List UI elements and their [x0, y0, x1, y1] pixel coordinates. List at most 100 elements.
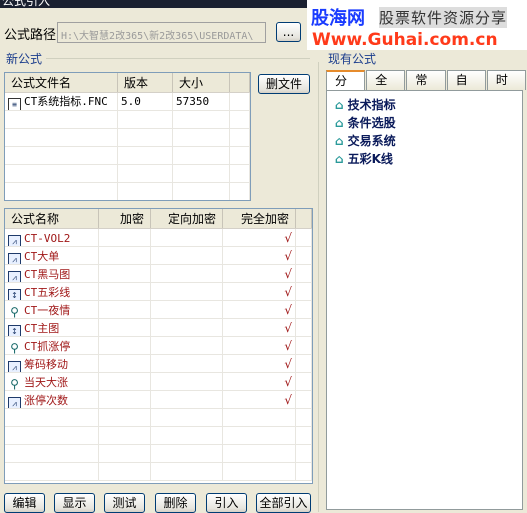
- formula-name: CT抓涨停: [24, 340, 71, 353]
- browse-button[interactable]: ...: [276, 22, 301, 42]
- file-name: CT系统指标.FNC: [24, 95, 108, 108]
- formula-row[interactable]: ⚲ CT抓涨停 √: [5, 337, 312, 355]
- test-button[interactable]: 测试: [104, 493, 145, 513]
- tree-node-color-kline[interactable]: ⌂ 五彩K线: [335, 150, 514, 168]
- empty-row: [5, 111, 250, 129]
- col-encrypt[interactable]: 加密: [99, 209, 151, 228]
- directed-encrypt-cell: [151, 229, 223, 246]
- col-empty: [230, 73, 250, 92]
- formula-name: CT-VOL2: [24, 232, 71, 245]
- empty-row: [5, 427, 312, 445]
- formula-name-cell: ⩘ 筹码移动: [5, 355, 99, 372]
- house-icon: ⌂: [335, 98, 344, 112]
- tab-custom[interactable]: 自编: [446, 70, 486, 106]
- formula-name-cell: ⚲ 当天大涨: [5, 373, 99, 390]
- col-version[interactable]: 版本: [118, 73, 173, 92]
- existing-formula-group-label: 现有公式: [326, 50, 379, 67]
- binoculars-icon: ⚲: [10, 377, 19, 390]
- formula-name-cell: ⩘ CT大单: [5, 247, 99, 264]
- formula-row[interactable]: ⩘ CT黑马图 √: [5, 265, 312, 283]
- encrypt-cell: [99, 355, 151, 372]
- full-encrypt-check: √: [223, 373, 296, 390]
- path-label: 公式路径: [4, 28, 57, 43]
- kline-icon: ↕: [8, 325, 21, 336]
- tab-all[interactable]: 全部: [366, 70, 406, 106]
- logo-url: Www.Guhai.com.cn: [312, 30, 498, 50]
- full-encrypt-check: √: [223, 301, 296, 318]
- encrypt-cell: [99, 337, 151, 354]
- directed-encrypt-cell: [151, 337, 223, 354]
- directed-encrypt-cell: [151, 283, 223, 300]
- window-title: 公式引入: [2, 0, 51, 8]
- delete-button[interactable]: 删除: [155, 493, 196, 513]
- chart-icon: ⩘: [8, 397, 21, 408]
- import-button[interactable]: 引入: [206, 493, 247, 513]
- directed-encrypt-cell: [151, 247, 223, 264]
- col-file-name[interactable]: 公式文件名: [5, 73, 118, 92]
- tab-time[interactable]: 时间: [486, 70, 527, 106]
- directed-encrypt-cell: [151, 373, 223, 390]
- formula-name-cell: ⚲ CT一夜情: [5, 301, 99, 318]
- divider: [318, 62, 319, 512]
- formula-row[interactable]: ⚲ CT一夜情 √: [5, 301, 312, 319]
- full-encrypt-check: √: [223, 283, 296, 300]
- full-encrypt-check: √: [223, 247, 296, 264]
- formula-list[interactable]: 公式名称 加密 定向加密 完全加密 ⩘ CT-VOL2 √ ⩘ CT大单 √ ⩘ CT黑马图 √…: [4, 208, 313, 484]
- formula-name: CT主图: [24, 322, 60, 335]
- directed-encrypt-cell: [151, 301, 223, 318]
- formula-row[interactable]: ⩘ 筹码移动 √: [5, 355, 312, 373]
- tab-group[interactable]: 分组: [326, 70, 366, 107]
- full-encrypt-check: √: [223, 337, 296, 354]
- col-size[interactable]: 大小: [173, 73, 230, 92]
- delete-file-button[interactable]: 删文件: [258, 74, 310, 94]
- show-button[interactable]: 显示: [54, 493, 95, 513]
- formula-name-cell: ↕ CT主图: [5, 319, 99, 336]
- binoculars-icon: ⚲: [10, 305, 19, 318]
- col-directed-encrypt[interactable]: 定向加密: [151, 209, 223, 228]
- chart-icon: ⩘: [8, 253, 21, 264]
- formula-name: CT黑马图: [24, 268, 71, 281]
- encrypt-cell: [99, 373, 151, 390]
- chart-icon: ⩘: [8, 271, 21, 282]
- formula-row[interactable]: ⩘ 涨停次数 √: [5, 391, 312, 409]
- directed-encrypt-cell: [151, 265, 223, 282]
- formula-name: CT一夜情: [24, 304, 71, 317]
- encrypt-cell: [99, 247, 151, 264]
- col-full-encrypt[interactable]: 完全加密: [223, 209, 296, 228]
- house-icon: ⌂: [335, 152, 344, 166]
- divider: [46, 58, 310, 59]
- chart-icon: ⩘: [8, 361, 21, 372]
- formula-tree[interactable]: ⌂ 技术指标 ⌂ 条件选股 ⌂ 交易系统 ⌂ 五彩K线: [326, 90, 523, 510]
- directed-encrypt-cell: [151, 355, 223, 372]
- formula-name: CT五彩线: [24, 286, 71, 299]
- encrypt-cell: [99, 283, 151, 300]
- encrypt-cell: [99, 319, 151, 336]
- tree-node-stock-screen[interactable]: ⌂ 条件选股: [335, 114, 514, 132]
- logo: 股海网 股票软件资源分享 Www.Guhai.com.cn: [307, 0, 527, 50]
- encrypt-cell: [99, 301, 151, 318]
- tab-common[interactable]: 常用: [406, 70, 446, 106]
- node-label: 条件选股: [347, 116, 396, 130]
- edit-button[interactable]: 编辑: [4, 493, 45, 513]
- path-input[interactable]: H:\大智慧2改365\新2改365\USERDATA\: [57, 22, 266, 43]
- empty-row: [5, 129, 250, 147]
- formula-name: CT大单: [24, 250, 60, 263]
- col-empty: [296, 209, 312, 228]
- empty-row: [5, 147, 250, 165]
- file-list[interactable]: 公式文件名 版本 大小 ≡ CT系统指标.FNC 5.0 57350: [4, 72, 251, 201]
- formula-row[interactable]: ↕ CT主图 √: [5, 319, 312, 337]
- file-row[interactable]: ≡ CT系统指标.FNC 5.0 57350: [5, 93, 250, 111]
- formula-row[interactable]: ⚲ 当天大涨 √: [5, 373, 312, 391]
- file-version: 5.0: [118, 93, 173, 110]
- tab-bar: 分组 全部 常用 自编 时间: [326, 70, 527, 107]
- tree-node-trading-system[interactable]: ⌂ 交易系统: [335, 132, 514, 150]
- document-icon: ≡: [8, 98, 21, 110]
- formula-name-cell: ⩘ CT-VOL2: [5, 229, 99, 246]
- formula-row[interactable]: ↕ CT五彩线 √: [5, 283, 312, 301]
- encrypt-cell: [99, 265, 151, 282]
- tree-node-technical[interactable]: ⌂ 技术指标: [335, 96, 514, 114]
- formula-row[interactable]: ⩘ CT-VOL2 √: [5, 229, 312, 247]
- formula-row[interactable]: ⩘ CT大单 √: [5, 247, 312, 265]
- col-formula-name[interactable]: 公式名称: [5, 209, 99, 228]
- import-all-button[interactable]: 全部引入: [256, 493, 311, 513]
